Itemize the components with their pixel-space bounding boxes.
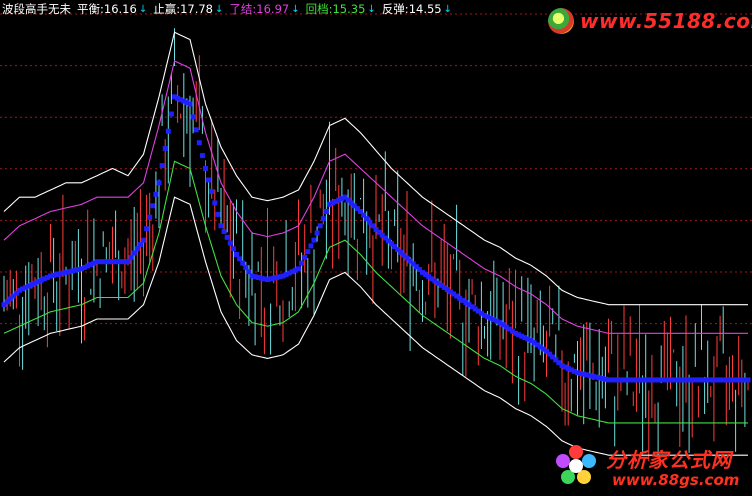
- balance-point: [131, 250, 137, 256]
- stop-win-label: 止赢:: [153, 2, 181, 16]
- balance-point: [150, 203, 156, 209]
- balance-point: [162, 145, 168, 151]
- bottom-watermark: 分析家公式网 www.88gs.com: [548, 438, 750, 494]
- rebound-label: 反弹:: [381, 2, 409, 16]
- balance-point: [156, 180, 162, 186]
- balance-point: [147, 214, 153, 220]
- balance-point: [314, 230, 320, 236]
- indicator-name: 波段高手无未: [2, 2, 71, 16]
- close-out-readout: 了结: 16.97 ↓: [229, 1, 299, 17]
- close-out-value: 16.97: [256, 2, 290, 16]
- balance-point: [215, 211, 221, 217]
- arrow-down-icon: ↓: [291, 3, 300, 15]
- balance-point: [137, 241, 143, 247]
- flower-logo-icon: [556, 445, 596, 484]
- balance-point: [125, 259, 131, 265]
- candles: [3, 28, 749, 462]
- stop-win-value: 17.78: [180, 2, 214, 16]
- balance-value: 16.16: [103, 2, 137, 16]
- balance-point: [199, 153, 205, 159]
- pullback-value: 15.35: [332, 2, 366, 16]
- balance-point: [168, 111, 174, 117]
- balance-point: [128, 254, 134, 260]
- spiral-logo-icon: [548, 8, 574, 34]
- balance-point: [243, 264, 249, 270]
- bands: [1, 31, 751, 456]
- balance-point: [745, 377, 751, 383]
- balance-point: [218, 223, 224, 229]
- balance-label: 平衡:: [77, 2, 104, 16]
- balance-point: [308, 243, 314, 249]
- balance-point: [240, 260, 246, 266]
- balance-readout: 平衡: 16.16 ↓: [77, 1, 147, 17]
- balance-point: [227, 240, 233, 246]
- balance-point: [323, 209, 329, 214]
- balance-point: [196, 140, 202, 146]
- balance-point: [296, 266, 301, 272]
- balance-point: [246, 269, 252, 275]
- balance-point: [134, 246, 140, 252]
- balance-point: [230, 246, 236, 252]
- balance-point: [203, 166, 208, 171]
- balance-point: [193, 127, 199, 133]
- pullback-label: 回档:: [305, 2, 333, 16]
- balance-point: [317, 223, 323, 229]
- balance-point: [299, 260, 305, 266]
- balance-point: [165, 128, 171, 134]
- balance-point: [305, 249, 311, 255]
- bottom-watermark-url: www.88gs.com: [612, 471, 740, 489]
- balance-point: [190, 114, 196, 120]
- balance-point: [320, 216, 326, 222]
- pullback-readout: 回档: 15.35 ↓: [306, 1, 376, 17]
- bottom-watermark-text: 分析家公式网: [606, 448, 732, 472]
- arrow-down-icon: ↓: [367, 3, 376, 15]
- rebound-readout: 反弹: 14.55 ↓: [382, 1, 452, 17]
- close-out-label: 了结:: [229, 2, 257, 16]
- indicator-header: 波段高手无未 平衡: 16.16 ↓ 止赢: 17.78 ↓ 了结: 16.97 ↓ 回档:…: [2, 0, 458, 18]
- balance-point: [221, 229, 227, 235]
- balance-point: [187, 101, 193, 107]
- arrow-down-icon: ↓: [443, 3, 453, 15]
- top-watermark: www.55188.com: [548, 6, 752, 36]
- balance-point: [302, 254, 308, 260]
- balance-point: [141, 237, 146, 243]
- stop-win-readout: 止赢: 17.78 ↓: [153, 1, 223, 17]
- price-chart: [0, 13, 752, 462]
- balance-point: [311, 237, 317, 243]
- balance-point: [159, 163, 165, 169]
- rebound-value: 14.55: [408, 2, 442, 16]
- balance-point: [234, 252, 239, 257]
- arrow-down-icon: ↓: [138, 3, 148, 15]
- balance-point: [144, 226, 150, 232]
- balance-point: [237, 256, 243, 262]
- balance-point: [153, 191, 159, 197]
- balance-point: [206, 177, 212, 183]
- arrow-down-icon: ↓: [215, 3, 224, 15]
- top-watermark-text: www.55188.com: [580, 9, 752, 33]
- balance-point: [209, 188, 215, 194]
- balance-point: [212, 200, 218, 206]
- balance-point: [224, 234, 230, 240]
